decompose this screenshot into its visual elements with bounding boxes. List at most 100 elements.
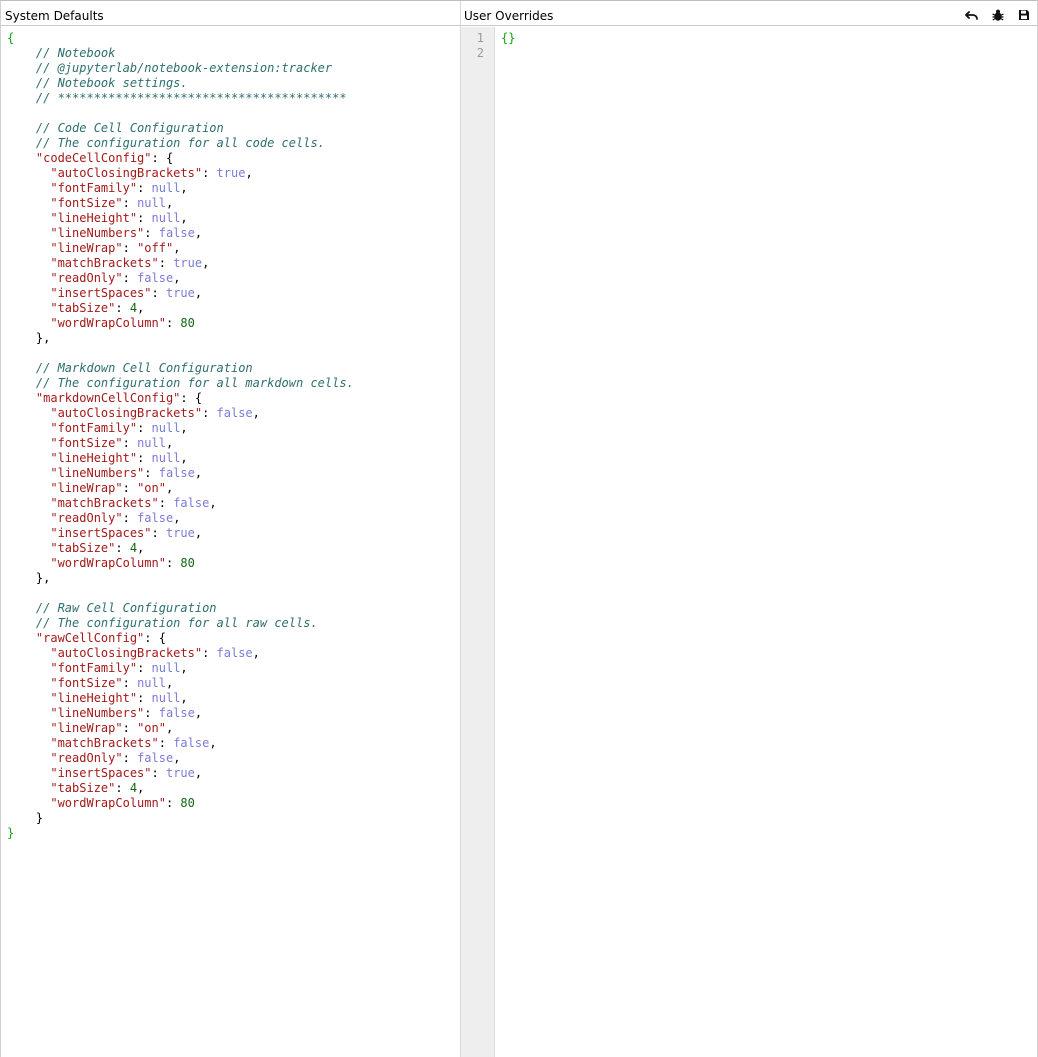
code-line: "readOnly": false, — [1, 511, 354, 526]
code-token: , — [165, 196, 174, 210]
code-line: "lineWrap": "on", — [1, 721, 354, 736]
code-token: 4 — [129, 541, 138, 555]
code-token: : — [158, 736, 174, 750]
user-overrides-title: User Overrides — [464, 9, 554, 23]
code-token: : — [122, 676, 138, 690]
code-token: : — [122, 241, 138, 255]
code-token: : — [144, 466, 159, 480]
code-token: false — [137, 271, 174, 285]
code-token: , — [173, 271, 181, 285]
code-token: false — [137, 511, 174, 525]
code-token: : — [137, 691, 152, 705]
code-line: "tabSize": 4, — [1, 781, 354, 796]
code-token: "markdownCellConfig" — [35, 391, 181, 405]
code-token: "lineNumbers" — [50, 226, 145, 240]
code-line: // Notebook — [1, 46, 354, 61]
code-token: "lineWrap" — [50, 241, 123, 255]
code-token: } — [35, 811, 44, 825]
code-token: // Notebook — [35, 46, 116, 60]
save-button[interactable] — [1011, 5, 1037, 25]
code-line: "fontFamily": null, — [1, 181, 354, 196]
code-token: , — [202, 256, 210, 270]
code-token: , — [165, 721, 174, 735]
code-line: "wordWrapColumn": 80 — [1, 556, 354, 571]
code-line: "wordWrapColumn": 80 — [1, 796, 354, 811]
code-token: : — [122, 511, 138, 525]
code-token: "fontFamily" — [50, 661, 138, 675]
code-line: "insertSpaces": true, — [1, 526, 354, 541]
code-token: , — [180, 451, 188, 465]
code-line: "matchBrackets": false, — [1, 496, 354, 511]
code-token: "lineWrap" — [50, 721, 123, 735]
code-token: : — [137, 181, 152, 195]
user-overrides-code[interactable]: {} — [501, 31, 515, 61]
code-token: : — [158, 496, 174, 510]
code-line: "fontSize": null, — [1, 196, 354, 211]
code-token: // Notebook settings. — [35, 76, 188, 90]
code-token: , — [194, 766, 203, 780]
code-line: } — [1, 811, 354, 826]
line-number: 2 — [476, 46, 484, 60]
code-token: 80 — [180, 796, 195, 810]
code-token: false — [216, 406, 253, 420]
code-token: "fontFamily" — [50, 421, 138, 435]
code-line: "fontSize": null, — [1, 436, 354, 451]
code-token: : — [122, 436, 138, 450]
system-defaults-code[interactable]: { // Notebook // @jupyterlab/notebook-ex… — [1, 31, 354, 841]
user-overrides-pane: User Overrides 1 2 {} — [461, 1, 1037, 1057]
code-token: "tabSize" — [50, 301, 116, 315]
code-token: "insertSpaces" — [50, 766, 152, 780]
code-token: null — [151, 691, 181, 705]
code-line: "markdownCellConfig": { — [1, 391, 354, 406]
code-token: 4 — [129, 781, 138, 795]
code-token: // The configuration for all code cells. — [35, 136, 325, 150]
system-defaults-pane: System Defaults { // Notebook // @jupyte… — [1, 1, 461, 1057]
code-line: "lineHeight": null, — [1, 451, 354, 466]
code-line: // The configuration for all code cells. — [1, 136, 354, 151]
code-token: : — [137, 421, 152, 435]
revert-button[interactable] — [959, 5, 985, 25]
code-token: // The configuration for all markdown ce… — [35, 376, 354, 390]
code-token: null — [151, 181, 181, 195]
code-line: "fontFamily": null, — [1, 661, 354, 676]
code-line: "autoClosingBrackets": true, — [1, 166, 354, 181]
code-token: "matchBrackets" — [50, 256, 159, 270]
debug-button[interactable] — [985, 5, 1011, 25]
code-token: : — [202, 646, 217, 660]
code-token: "autoClosingBrackets" — [50, 166, 203, 180]
code-token: : — [122, 481, 138, 495]
code-line: // Notebook settings. — [1, 76, 354, 91]
code-token: false — [216, 646, 253, 660]
code-line: "lineNumbers": false, — [1, 226, 354, 241]
code-token: 80 — [180, 556, 195, 570]
code-line: "matchBrackets": true, — [1, 256, 354, 271]
code-token: , — [137, 541, 145, 555]
code-line: }, — [1, 571, 354, 586]
code-token: : — [165, 556, 181, 570]
code-token: : { — [151, 151, 174, 165]
code-line: // The configuration for all markdown ce… — [1, 376, 354, 391]
code-token: , — [209, 736, 217, 750]
